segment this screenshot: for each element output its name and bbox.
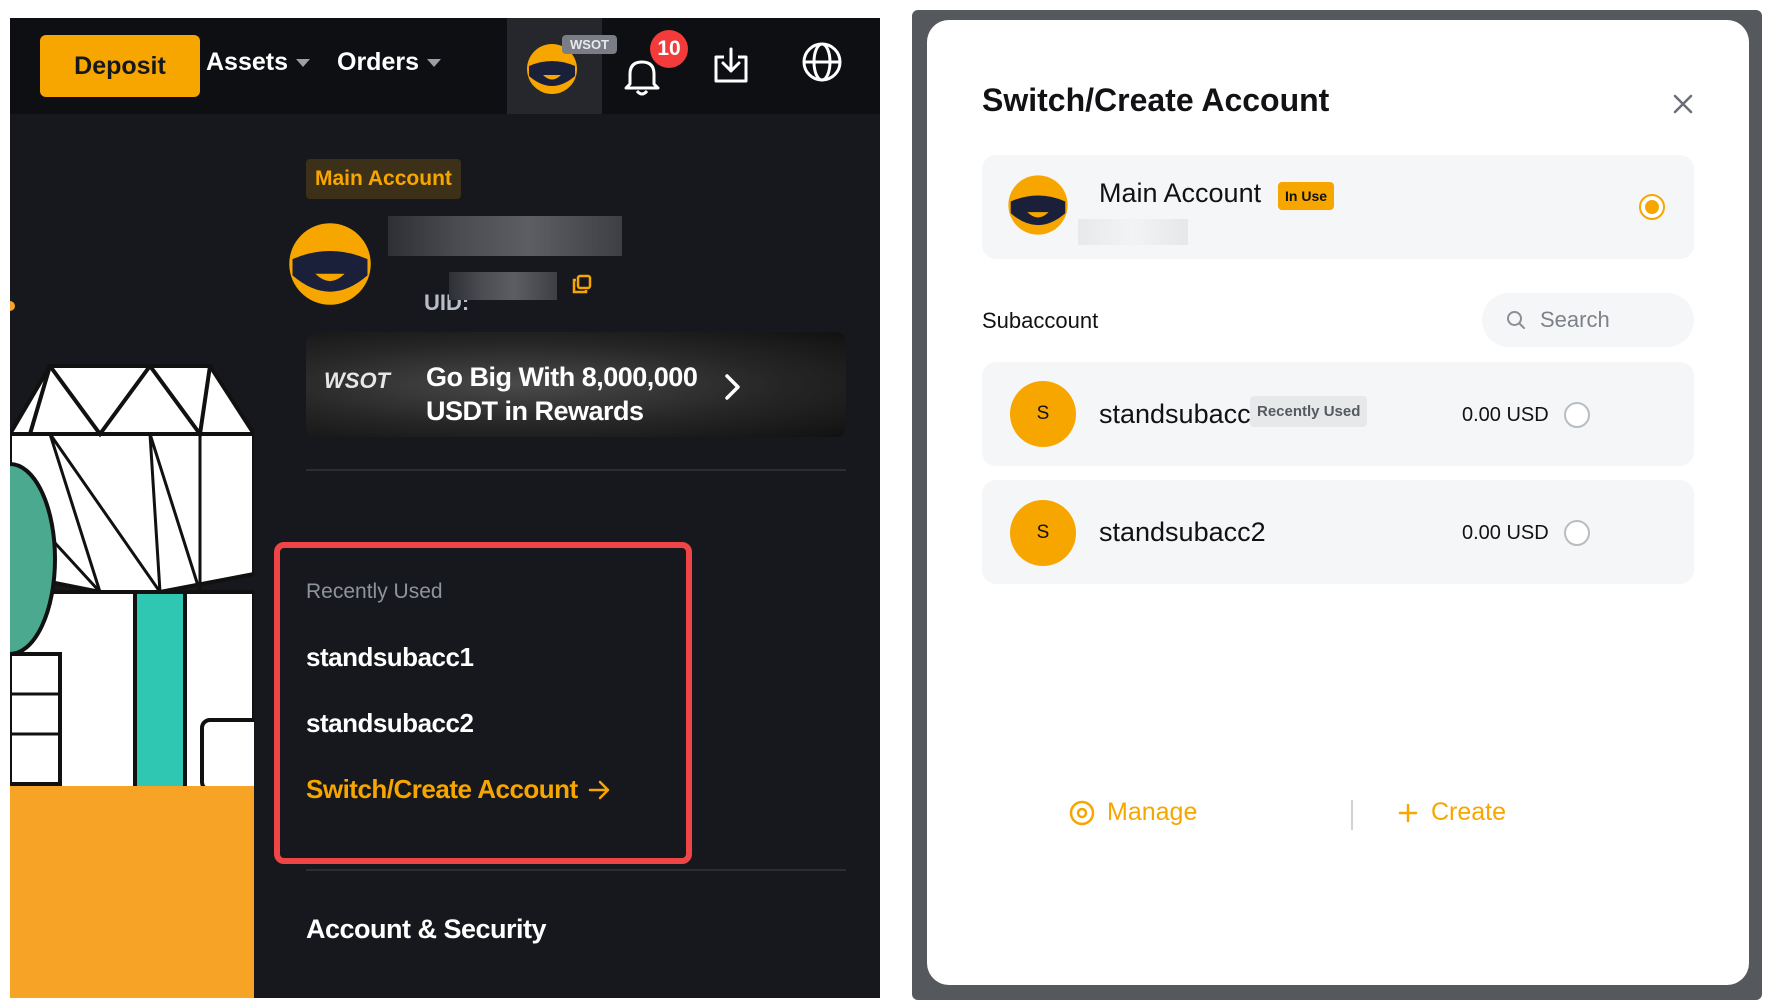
switch-create-account-label: Switch/Create Account [306, 774, 578, 804]
banner-line-2: USDT in Rewards [426, 396, 644, 426]
wsot-logo: WSOT [324, 368, 390, 393]
deposit-button[interactable]: Deposit [40, 35, 200, 97]
subaccount-balance: 0.00 USD [1462, 522, 1549, 544]
banner-line-1: Go Big With 8,000,000 [426, 362, 698, 392]
subaccount-name: standsubacc1 [1099, 399, 1266, 429]
assets-menu-label: Assets [206, 48, 288, 76]
manage-gear-icon [1069, 800, 1095, 825]
assets-menu[interactable]: Assets [206, 48, 310, 77]
arrow-right-icon [588, 780, 609, 799]
chevron-right-icon [725, 374, 740, 400]
subaccount-balance: 0.00 USD [1462, 404, 1549, 426]
download-icon[interactable] [710, 45, 752, 87]
plus-icon [1398, 803, 1418, 822]
manage-button[interactable]: Manage [1069, 798, 1197, 827]
recently-used-badge: Recently Used [1250, 396, 1368, 427]
rewards-promo-banner[interactable]: WSOT Go Big With 8,000,000 USDT in Rewar… [306, 332, 846, 437]
subaccount-radio-2[interactable] [1564, 520, 1590, 546]
main-account-card[interactable]: Main Account In Use [982, 155, 1694, 259]
search-input[interactable] [1540, 307, 1660, 333]
manage-label: Manage [1107, 798, 1198, 826]
subaccount-label: Subaccount [982, 308, 1099, 333]
caret-down-icon [296, 58, 310, 67]
subaccount-card-1[interactable]: S standsubacc1 Recently Used 0.00 USD [982, 362, 1694, 466]
subaccount-card-2[interactable]: S standsubacc2 0.00 USD [982, 480, 1694, 584]
account-dropdown-menu: Main Account UID: WSOT Go Big With 8,000… [254, 114, 880, 998]
promo-illustration [10, 114, 254, 998]
user-avatar-button[interactable] [507, 18, 602, 114]
modal-title: Switch/Create Account [982, 82, 1330, 118]
divider [306, 869, 846, 871]
profile-avatar-icon [289, 223, 371, 305]
divider [306, 469, 846, 471]
footer-separator [1351, 800, 1353, 830]
orders-menu[interactable]: Orders [337, 48, 441, 77]
in-use-badge: In Use [1278, 182, 1335, 210]
account-security-link[interactable]: Account & Security [306, 914, 547, 945]
switch-create-account-link[interactable]: Switch/Create Account [306, 774, 612, 805]
close-icon[interactable] [1667, 88, 1699, 120]
diamond-illustration [10, 114, 254, 998]
event-tag: WSOT [562, 35, 617, 54]
switch-create-account-modal: Switch/Create Account Main Account In Us… [927, 20, 1749, 985]
subaccount-avatar: S [1010, 500, 1076, 566]
caret-down-icon [426, 58, 441, 67]
recent-subaccount-1[interactable]: standsubacc1 [306, 642, 474, 673]
modal-backdrop: Switch/Create Account Main Account In Us… [912, 10, 1762, 1000]
main-account-name: Main Account [1099, 178, 1262, 208]
copy-icon[interactable] [572, 274, 592, 294]
recent-subaccount-2[interactable]: standsubacc2 [306, 708, 474, 739]
main-account-tag: Main Account [306, 159, 461, 199]
subaccount-avatar: S [1010, 381, 1076, 447]
redacted-uid [449, 272, 557, 300]
redacted-username [388, 216, 622, 256]
exchange-dashboard-panel: Deposit Assets Orders WSOT 10 Main Accou… [10, 18, 880, 998]
redacted-main-uid [1078, 219, 1188, 245]
subaccount-name: standsubacc2 [1099, 517, 1266, 547]
orders-menu-label: Orders [337, 48, 419, 76]
main-account-avatar-icon [1008, 175, 1068, 235]
top-navigation-bar: Deposit Assets Orders WSOT 10 [10, 18, 880, 114]
subaccount-radio-1[interactable] [1564, 402, 1590, 428]
create-label: Create [1431, 798, 1507, 826]
create-button[interactable]: Create [1397, 798, 1506, 827]
notification-count-badge: 10 [650, 30, 688, 68]
globe-icon[interactable] [800, 40, 844, 84]
recently-used-label: Recently Used [306, 580, 443, 603]
banner-headline: Go Big With 8,000,000 USDT in Rewards [426, 360, 698, 428]
search-icon [1507, 311, 1525, 329]
subaccount-search[interactable] [1482, 293, 1694, 347]
main-account-radio[interactable] [1639, 194, 1665, 220]
